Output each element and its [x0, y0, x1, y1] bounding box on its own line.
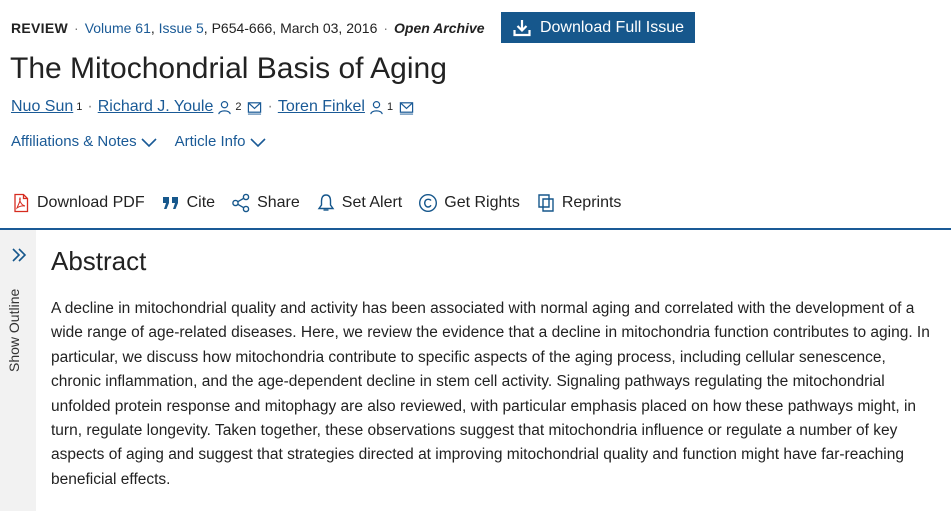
email-icon[interactable]: [399, 100, 414, 115]
abstract-heading: Abstract: [51, 246, 147, 276]
abstract-text: A decline in mitochondrial quality and a…: [51, 300, 930, 488]
article-info-label: Article Info: [174, 133, 246, 150]
article-meta: REVIEW · Volume 61, Issue 5, P654-666, M…: [11, 20, 485, 36]
share-label: Share: [257, 194, 300, 211]
copyright-icon: [419, 193, 438, 213]
page-range: P654-666: [211, 20, 273, 36]
article-type: REVIEW: [11, 20, 69, 36]
author-list: Nuo Sun 1 · Richard J. Youle 2 · Toren F…: [11, 98, 414, 116]
download-icon: [513, 19, 531, 36]
person-icon[interactable]: [369, 100, 384, 115]
get-rights-button[interactable]: Get Rights: [418, 193, 520, 213]
issue-link[interactable]: Issue 5: [159, 20, 204, 36]
publication-date: March 03, 2016: [280, 20, 378, 36]
volume-link[interactable]: Volume 61: [85, 20, 151, 36]
get-rights-label: Get Rights: [444, 194, 520, 211]
affiliations-notes-toggle[interactable]: Affiliations & Notes: [11, 133, 157, 150]
author-name[interactable]: Toren Finkel: [278, 98, 365, 116]
reprints-label: Reprints: [561, 194, 622, 211]
reprints-icon: [538, 194, 554, 212]
chevron-down-icon: [141, 137, 157, 147]
share-icon: [232, 193, 250, 213]
access-badge: Open Archive: [394, 20, 485, 36]
share-button[interactable]: Share: [231, 193, 300, 213]
article-title: The Mitochondrial Basis of Aging: [10, 52, 447, 85]
article-toolbar: Download PDF Cite Share Set Alert Get Ri…: [11, 193, 637, 213]
show-outline-toggle[interactable]: Show Outline: [6, 289, 22, 372]
set-alert-label: Set Alert: [341, 194, 403, 211]
pdf-icon: [14, 193, 29, 213]
download-pdf-button[interactable]: Download PDF: [11, 193, 145, 213]
author-affiliation-number[interactable]: 1: [76, 101, 82, 113]
author-affiliation-number[interactable]: 1: [387, 101, 393, 113]
chevron-down-icon: [249, 137, 266, 147]
download-full-issue-label: Download Full Issue: [539, 18, 685, 36]
download-pdf-label: Download PDF: [37, 194, 145, 211]
reprints-button[interactable]: Reprints: [536, 193, 622, 213]
quote-icon: [162, 197, 178, 209]
person-icon[interactable]: [217, 100, 232, 115]
article-info-toggle[interactable]: Article Info: [175, 133, 266, 150]
download-full-issue-button[interactable]: Download Full Issue: [501, 12, 695, 43]
cite-label: Cite: [186, 194, 216, 211]
bell-icon: [317, 194, 335, 211]
info-links: Affiliations & Notes Article Info: [11, 133, 266, 150]
cite-button[interactable]: Cite: [161, 193, 215, 213]
toolbar-divider: [0, 228, 951, 230]
author-name[interactable]: Nuo Sun: [11, 98, 73, 116]
set-alert-button[interactable]: Set Alert: [316, 193, 402, 213]
affiliations-notes-label: Affiliations & Notes: [11, 133, 137, 150]
double-chevron-right-icon[interactable]: [11, 247, 27, 263]
email-icon[interactable]: [247, 100, 262, 115]
author-name[interactable]: Richard J. Youle: [98, 98, 214, 116]
author-affiliation-number[interactable]: 2: [235, 101, 241, 113]
